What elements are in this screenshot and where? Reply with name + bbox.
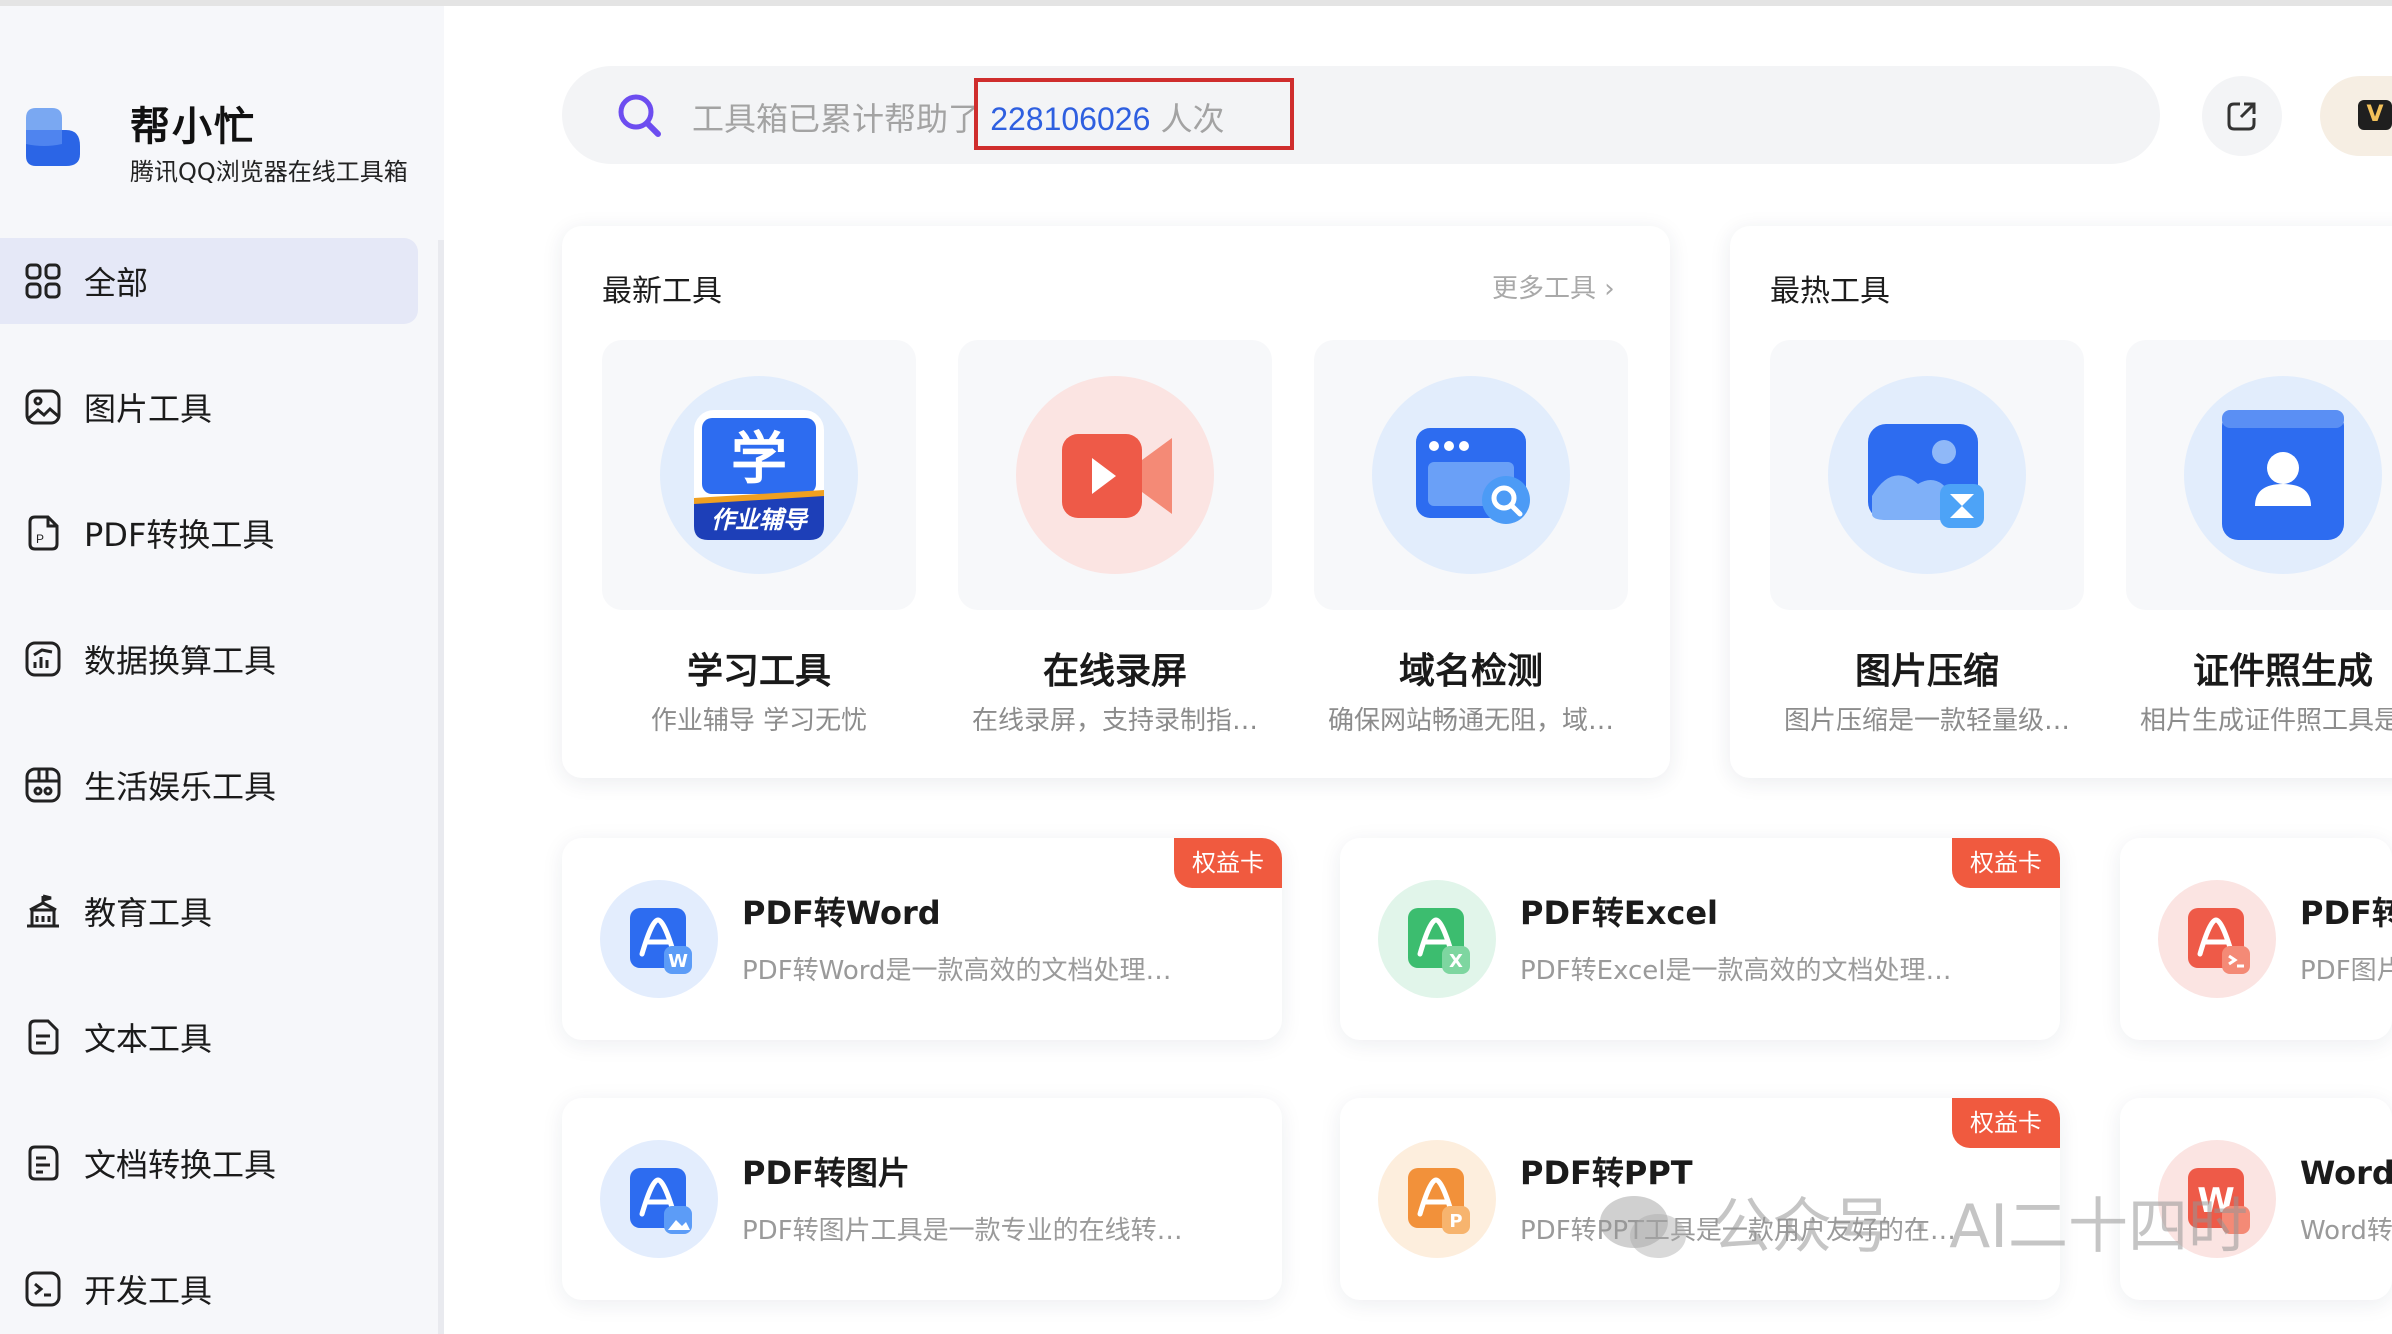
brand-title: 帮小忙 bbox=[130, 104, 256, 150]
card-icon-letter: X bbox=[1449, 951, 1463, 972]
newest-tools-title: 最新工具 bbox=[602, 274, 722, 309]
sidebar-item-label: 图片工具 bbox=[84, 390, 213, 428]
hottest-tools-title: 最热工具 bbox=[1770, 274, 1890, 309]
sidebar-item-label: 文本工具 bbox=[84, 1020, 213, 1058]
browser-search-icon bbox=[1372, 376, 1570, 574]
tool-desc: 图片压缩是一款轻量级… bbox=[1783, 706, 2070, 736]
video-camera-icon bbox=[1016, 376, 1214, 574]
sidebar-item-label: 数据换算工具 bbox=[84, 642, 277, 680]
share-button[interactable] bbox=[2202, 76, 2282, 156]
card-title: PDF转PPT bbox=[1520, 1154, 1693, 1192]
count-highlight-box bbox=[974, 78, 1294, 150]
card-icon-letter: W bbox=[668, 951, 688, 972]
card-icon-letter: P bbox=[1449, 1211, 1462, 1232]
brand-subtitle: 腾讯QQ浏览器在线工具箱 bbox=[130, 158, 408, 186]
sidebar-item-education-tools[interactable]: 教育工具 bbox=[0, 868, 418, 954]
card-title: PDF转图片 bbox=[742, 1154, 910, 1192]
sidebar-item-data-tools[interactable]: 数据换算工具 bbox=[0, 616, 418, 702]
sidebar-item-label: 文档转换工具 bbox=[84, 1146, 277, 1184]
text-file-icon bbox=[28, 1019, 59, 1055]
sidebar-item-life-tools[interactable]: 生活娱乐工具 bbox=[0, 742, 418, 828]
more-tools-link[interactable]: 更多工具 › bbox=[1492, 268, 1615, 305]
vip-icon: V bbox=[2358, 100, 2392, 130]
card-desc: PDF转图片工具是一款专业的在线转… bbox=[742, 1216, 1183, 1246]
wechat-icon bbox=[1600, 1196, 1686, 1258]
newest-tools-panel: 最新工具 更多工具 › 学 作业辅导 学习工具 作业辅导 学习无忧 在线录屏 在… bbox=[562, 226, 1670, 778]
sidebar-item-label: 全部 bbox=[84, 264, 149, 302]
tool-tile-screen-record[interactable] bbox=[958, 340, 1272, 610]
pdf-word-icon: W bbox=[600, 880, 718, 998]
card-desc: PDF转Excel是一款高效的文档处理… bbox=[1520, 956, 1952, 986]
more-tools-label: 更多工具 bbox=[1492, 274, 1597, 304]
chevron-right-icon: › bbox=[1604, 274, 1615, 304]
tool-desc: 相片生成证件照工具是… bbox=[2139, 706, 2392, 736]
tool-card-pdf-to-picture[interactable]: PDF转图片 PDF转图片工具是一款专业的在线转… bbox=[562, 1098, 1282, 1300]
sidebar-item-image-tools[interactable]: 图片工具 bbox=[0, 364, 418, 450]
tool-name: 图片压缩 bbox=[1854, 651, 1999, 692]
search-prefix: 工具箱已累计帮助了 bbox=[692, 100, 981, 138]
id-photo-icon bbox=[2184, 376, 2382, 574]
sidebar-item-document-tools[interactable]: 文档转换工具 bbox=[0, 1120, 418, 1206]
chart-icon bbox=[25, 641, 61, 677]
card-desc: PDF转Word是一款高效的文档处理… bbox=[742, 956, 1172, 986]
sidebar-item-label: 教育工具 bbox=[84, 894, 213, 932]
sidebar-item-label: PDF转换工具 bbox=[84, 516, 275, 554]
tool-tile-id-photo[interactable] bbox=[2126, 340, 2392, 610]
tool-name: 域名检测 bbox=[1398, 651, 1543, 692]
card-title: PDF转Excel bbox=[1520, 894, 1719, 932]
tool-tile-domain-check[interactable] bbox=[1314, 340, 1628, 610]
svg-text:P: P bbox=[36, 532, 44, 546]
sidebar-item-label: 生活娱乐工具 bbox=[84, 768, 277, 806]
pdf-ppt-icon: P bbox=[1378, 1140, 1496, 1258]
tool-tile-image-compress[interactable] bbox=[1770, 340, 2084, 610]
tool-desc: 在线录屏，支持录制指… bbox=[971, 706, 1258, 736]
sidebar-item-dev-tools[interactable]: 开发工具 bbox=[0, 1246, 418, 1332]
terminal-icon bbox=[25, 1271, 61, 1307]
grid-icon bbox=[25, 263, 61, 299]
tool-tile-study[interactable]: 学 作业辅导 bbox=[602, 340, 916, 610]
tool-card-pdf-to-excel[interactable]: X PDF转Excel PDF转Excel是一款高效的文档处理… 权益卡 bbox=[1340, 838, 2060, 1040]
school-icon bbox=[27, 894, 59, 928]
card-title: PDF转 bbox=[2300, 894, 2392, 932]
sidebar-item-label: 开发工具 bbox=[84, 1272, 213, 1310]
tool-name: 学习工具 bbox=[686, 651, 831, 692]
sidebar-item-pdf-tools[interactable]: P PDF转换工具 bbox=[0, 490, 418, 576]
card-title: PDF转Word bbox=[742, 894, 941, 932]
benefit-card-badge: 权益卡 bbox=[1952, 838, 2060, 888]
sidebar: 帮小忙 腾讯QQ浏览器在线工具箱 全部 图片工具 P PDF转换工具 数据换算工… bbox=[0, 6, 444, 1334]
card-desc: Word转 bbox=[2300, 1216, 2392, 1246]
card-desc: PDF图片 bbox=[2300, 956, 2392, 986]
card-title: Word转 bbox=[2300, 1154, 2392, 1192]
search-icon[interactable] bbox=[614, 90, 664, 140]
document-convert-icon bbox=[28, 1145, 59, 1181]
logo-icon bbox=[26, 108, 80, 166]
tool-desc: 确保网站畅通无阻，域… bbox=[1327, 706, 1614, 736]
share-icon bbox=[2227, 102, 2256, 131]
watermark-text: 公众号 · AI二十四时 bbox=[1712, 1192, 2248, 1262]
tool-card-pdf-to-word[interactable]: W PDF转Word PDF转Word是一款高效的文档处理… 权益卡 bbox=[562, 838, 1282, 1040]
image-icon bbox=[25, 389, 61, 425]
study-icon-char: 学 bbox=[731, 427, 787, 492]
tool-card-pdf-to-image-partial[interactable]: PDF转 PDF图片 bbox=[2120, 838, 2392, 1040]
pdf-excel-icon: X bbox=[1378, 880, 1496, 998]
calendar-icon bbox=[25, 767, 61, 803]
sidebar-item-all[interactable]: 全部 bbox=[0, 238, 418, 324]
image-compress-icon bbox=[1828, 376, 2026, 574]
tool-desc: 作业辅导 学习无忧 bbox=[650, 706, 868, 736]
study-icon: 学 作业辅导 bbox=[660, 376, 858, 574]
sidebar-item-text-tools[interactable]: 文本工具 bbox=[0, 994, 418, 1080]
sidebar-scrollbar[interactable] bbox=[438, 240, 444, 1334]
benefit-card-badge: 权益卡 bbox=[1174, 838, 1282, 888]
pdf-icon: P bbox=[28, 515, 59, 551]
hottest-tools-panel: 最热工具 图片压缩 图片压缩是一款轻量级… 证件照生成 相片生成证件照工具是… bbox=[1730, 226, 2392, 778]
tool-name: 证件照生成 bbox=[2192, 651, 2373, 692]
study-icon-ribbon: 作业辅导 bbox=[711, 506, 809, 534]
pdf-image-icon bbox=[2158, 880, 2276, 998]
tool-name: 在线录屏 bbox=[1042, 651, 1187, 692]
pdf-picture-icon bbox=[600, 1140, 718, 1258]
benefit-card-badge: 权益卡 bbox=[1952, 1098, 2060, 1148]
